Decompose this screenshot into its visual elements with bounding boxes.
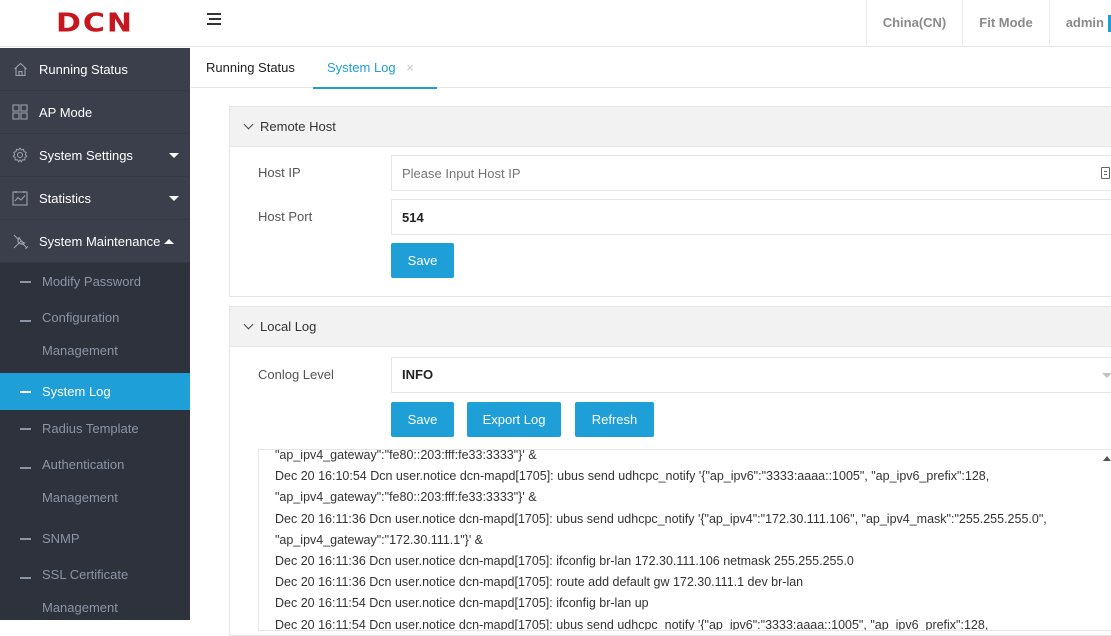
gear-icon: [10, 147, 30, 163]
log-line: "ap_ipv4_gateway":"172.30.111.1"}' &: [275, 532, 484, 547]
sidebar-item-label: System Settings: [39, 147, 133, 163]
log-lines: "ap_ipv4_gateway":"fe80::203:fff:fe33:33…: [275, 449, 1095, 631]
top-bar: DCN China(CN) Fit Mode admin: [0, 0, 1111, 47]
submenu-item-ssl-certificate-management[interactable]: SSL Certificate Management: [0, 557, 190, 620]
active-tab-indicator: [313, 87, 437, 89]
conlog-level-select[interactable]: INFO: [391, 357, 1111, 393]
conlog-level-label: Conlog Level: [258, 367, 334, 382]
log-line: Dec 20 16:11:54 Dcn user.notice dcn-mapd…: [275, 617, 989, 631]
tab-label: System Log: [327, 60, 396, 75]
chevron-down-icon: [1102, 373, 1111, 378]
tab-label: Running Status: [206, 60, 295, 75]
submenu-item-label: Management: [42, 343, 118, 358]
logo-text: DCN: [55, 8, 135, 39]
submenu-item-label: System Log: [42, 384, 111, 399]
sidebar-item-ap-mode[interactable]: AP Mode: [0, 91, 190, 134]
sidebar-item-label: Statistics: [39, 190, 92, 206]
submenu-item-label: SNMP: [42, 531, 80, 546]
log-line: Dec 20 16:11:36 Dcn user.notice dcn-mapd…: [275, 511, 1047, 526]
submenu-item-configuration-management[interactable]: Configuration Management: [0, 300, 190, 373]
log-line: Dec 20 16:11:36 Dcn user.notice dcn-mapd…: [275, 554, 854, 569]
log-line: Dec 20 16:11:54 Dcn user.notice dcn-mapd…: [275, 596, 649, 611]
clipboard-icon[interactable]: [1101, 167, 1110, 179]
sidebar-item-label: System Maintenance: [39, 233, 161, 249]
remote-host-header[interactable]: Remote Host: [230, 107, 1111, 147]
host-ip-label: Host IP: [258, 165, 301, 180]
chevron-down-icon: [243, 319, 254, 330]
chart-icon: [10, 190, 30, 206]
submenu-item-label: Management: [42, 600, 118, 615]
dash-icon: [20, 320, 31, 322]
close-icon[interactable]: ×: [406, 60, 414, 75]
chevron-down-icon: [243, 119, 254, 130]
home-icon: [10, 61, 30, 77]
tab-running-status[interactable]: Running Status: [206, 48, 295, 88]
local-log-save-button[interactable]: Save: [391, 402, 454, 437]
log-line: "ap_ipv4_gateway":"fe80::203:fff:fe33:33…: [275, 490, 537, 505]
submenu-item-label: Authentication: [42, 457, 125, 472]
host-ip-row: Host IP: [230, 155, 1111, 191]
submenu-item-label: Configuration: [42, 310, 120, 325]
remote-host-save-button[interactable]: Save: [391, 243, 454, 278]
remote-host-panel: Remote Host Host IP Host Port Save: [229, 106, 1111, 297]
local-log-panel: Local Log Conlog Level INFO Save Export …: [229, 306, 1111, 636]
panel-title: Local Log: [260, 319, 317, 334]
caret-down-icon: [169, 196, 179, 201]
conlog-level-row: Conlog Level INFO: [230, 357, 1111, 393]
refresh-button[interactable]: Refresh: [575, 402, 654, 437]
submenu-item-authentication-management[interactable]: Authentication Management: [0, 447, 190, 520]
submenu-item-modify-password[interactable]: Modify Password: [0, 263, 190, 300]
submenu-item-radius-template[interactable]: Radius Template: [0, 410, 190, 447]
dash-icon: [20, 538, 31, 540]
region-selector[interactable]: China(CN): [865, 0, 963, 47]
sidebar-item-label: Running Status: [39, 61, 128, 77]
sidebar: Running Status AP Mode System Settings S…: [0, 48, 190, 620]
dash-icon: [20, 467, 31, 469]
tab-bar: Running Status System Log ×: [191, 48, 1111, 89]
log-line: Dec 20 16:10:54 Dcn user.notice dcn-mapd…: [275, 469, 990, 484]
host-ip-input[interactable]: [391, 155, 1111, 191]
host-port-input[interactable]: [391, 199, 1111, 235]
submenu-item-label: Modify Password: [42, 274, 141, 289]
local-log-header[interactable]: Local Log: [230, 307, 1111, 347]
dash-icon: [20, 391, 31, 393]
sidebar-item-system-maintenance[interactable]: System Maintenance: [0, 220, 190, 263]
sidebar-item-system-settings[interactable]: System Settings: [0, 134, 190, 177]
log-output-area[interactable]: "ap_ipv4_gateway":"fe80::203:fff:fe33:33…: [258, 449, 1111, 631]
conlog-level-value: INFO: [402, 367, 434, 382]
scroll-up-icon[interactable]: [1103, 456, 1111, 461]
caret-up-icon: [164, 238, 175, 244]
dash-icon: [20, 577, 31, 579]
sidebar-item-running-status[interactable]: Running Status: [0, 48, 190, 91]
submenu-item-snmp[interactable]: SNMP: [0, 520, 190, 557]
dcn-logo[interactable]: DCN: [0, 0, 190, 47]
user-menu[interactable]: admin: [1048, 0, 1108, 47]
host-port-label: Host Port: [258, 209, 313, 224]
submenu-item-system-log[interactable]: System Log: [0, 373, 190, 410]
grid-icon: [10, 104, 30, 120]
log-line: "ap_ipv4_gateway":"fe80::203:fff:fe33:33…: [275, 449, 537, 462]
panel-title: Remote Host: [260, 119, 336, 134]
tab-system-log[interactable]: System Log ×: [313, 48, 437, 89]
log-line: Dec 20 16:11:36 Dcn user.notice dcn-mapd…: [275, 575, 804, 590]
sidebar-item-label: AP Mode: [39, 104, 93, 120]
dash-icon: [20, 428, 31, 430]
submenu-item-label: Management: [42, 490, 118, 505]
export-log-button[interactable]: Export Log: [467, 402, 561, 437]
menu-toggle-icon[interactable]: [207, 11, 223, 27]
host-port-row: Host Port: [230, 199, 1111, 235]
submenu-item-label: SSL Certificate: [42, 567, 129, 582]
header-actions: China(CN) Fit Mode admin: [865, 0, 1111, 47]
wrench-icon: [10, 233, 30, 249]
system-maintenance-submenu: Modify Password Configuration Management…: [0, 263, 190, 620]
mode-indicator[interactable]: Fit Mode: [962, 0, 1048, 47]
caret-down-icon: [169, 153, 179, 158]
dash-icon: [20, 281, 31, 283]
sidebar-item-statistics[interactable]: Statistics: [0, 177, 190, 220]
submenu-item-label: Radius Template: [42, 421, 139, 436]
